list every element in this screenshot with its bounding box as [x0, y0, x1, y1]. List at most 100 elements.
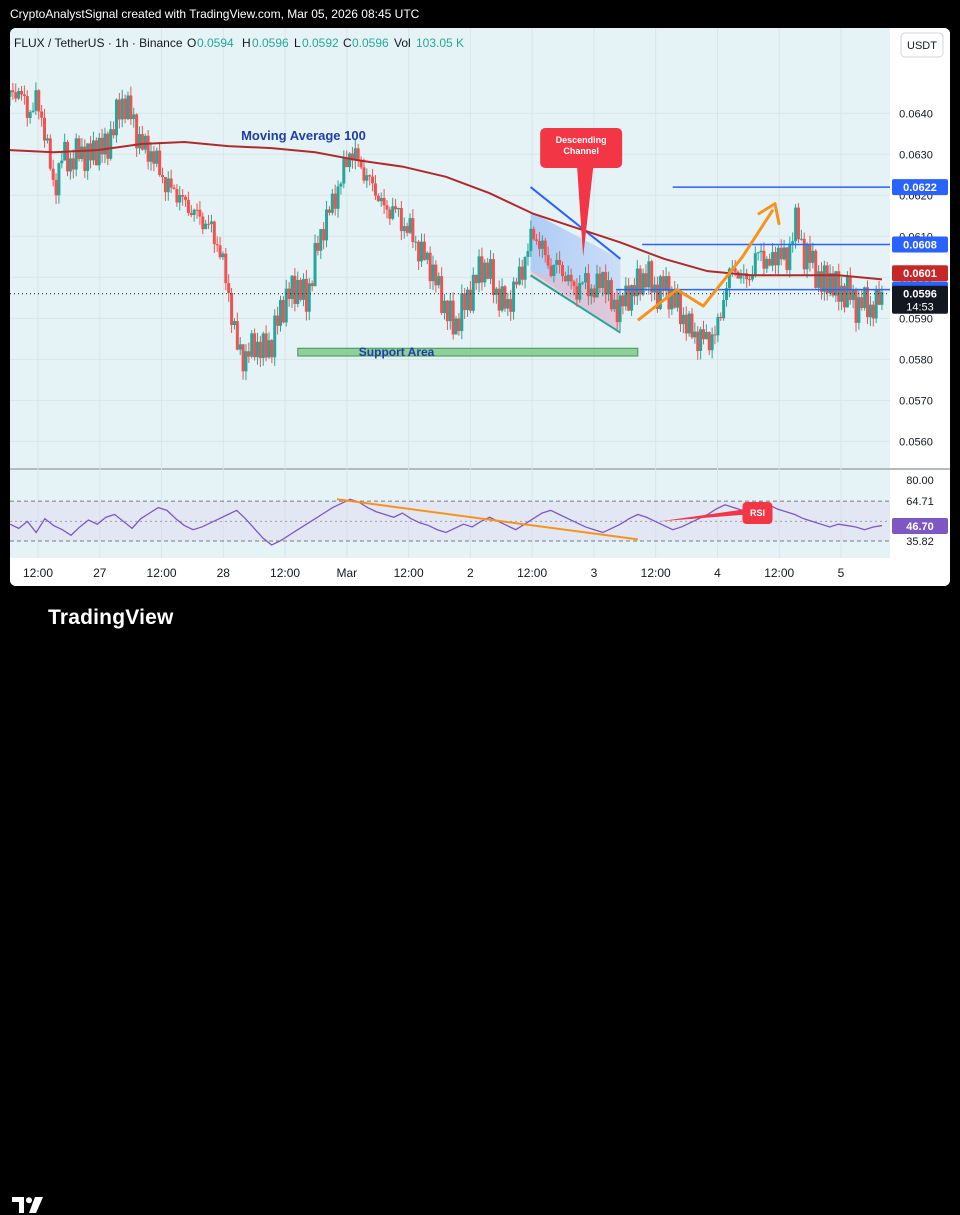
- candle-up: [618, 295, 622, 323]
- candle-down: [77, 138, 81, 160]
- candle-down: [707, 331, 711, 351]
- candle-up: [483, 262, 487, 283]
- candle-down: [762, 250, 766, 269]
- candle-up: [290, 275, 294, 299]
- time-tick-label: 3: [591, 566, 598, 580]
- candle-down: [572, 281, 576, 287]
- candle-up: [408, 218, 412, 233]
- candle-down: [25, 96, 29, 118]
- candle-down: [644, 273, 648, 288]
- candle-down: [169, 178, 173, 188]
- symbol-title: FLUX / TetherUS · 1h · Binance: [14, 36, 183, 50]
- candle-down: [877, 289, 881, 305]
- candle-up: [425, 252, 429, 260]
- candle-up: [178, 195, 182, 203]
- candle-down: [532, 228, 536, 240]
- candle-up: [238, 344, 242, 350]
- candle-down: [543, 240, 547, 256]
- candle-down: [503, 286, 507, 309]
- volume-label: Vol: [394, 36, 411, 50]
- candle-up: [699, 329, 703, 351]
- price-chart[interactable]: Support Area Moving Average 100 Descending…: [10, 28, 950, 586]
- candle-down: [201, 216, 205, 230]
- candle-down: [172, 187, 176, 189]
- candle-up: [103, 133, 107, 155]
- candle-down: [212, 221, 216, 245]
- price-tick-label: 0.0570: [899, 395, 933, 407]
- candle-down: [371, 176, 375, 184]
- candle-up: [296, 279, 300, 304]
- candle-down: [227, 283, 231, 293]
- candle-down: [22, 94, 26, 97]
- candle-down: [37, 90, 41, 112]
- candle-down: [198, 209, 202, 217]
- tradingview-brand[interactable]: TradingView: [48, 606, 174, 630]
- candle-down: [140, 134, 144, 150]
- candle-up: [209, 221, 213, 225]
- candle-down: [632, 285, 636, 297]
- candle-up: [143, 135, 147, 150]
- candle-up: [759, 250, 763, 253]
- candle-up: [601, 272, 605, 289]
- candle-down: [11, 90, 15, 93]
- candle-down: [661, 276, 665, 291]
- currency-button[interactable]: USDT: [900, 32, 944, 58]
- candle-up: [687, 313, 691, 334]
- candle-up: [822, 265, 826, 292]
- candle-down: [814, 250, 818, 288]
- candle-up: [109, 129, 113, 159]
- candle-down: [486, 262, 490, 279]
- candle-down: [480, 256, 484, 283]
- candle-up: [681, 314, 685, 325]
- price-pane[interactable]: [10, 28, 890, 468]
- candle-down: [304, 278, 308, 312]
- candle-up: [120, 98, 124, 120]
- candle-down: [422, 241, 426, 260]
- candle-up: [74, 138, 78, 170]
- rsi-callout-label: RSI: [750, 508, 765, 518]
- volume-value: 103.05 K: [416, 36, 464, 50]
- candle-up: [379, 197, 383, 202]
- candle-up: [97, 137, 101, 166]
- chart-frame[interactable]: Support Area Moving Average 100 Descending…: [10, 28, 950, 586]
- candle-down: [860, 297, 864, 309]
- candle-down: [854, 290, 858, 323]
- support-area-box[interactable]: [297, 347, 639, 357]
- candle-down: [514, 281, 518, 285]
- candle-down: [808, 243, 812, 263]
- candle-down: [322, 229, 326, 241]
- candle-up: [612, 299, 616, 310]
- candle-up: [529, 228, 533, 252]
- candle-down: [866, 287, 870, 318]
- bar-countdown: 14:53: [906, 302, 934, 314]
- candle-up: [307, 283, 311, 312]
- candle-up: [250, 333, 254, 357]
- candle-up: [10, 90, 12, 97]
- candle-down: [382, 197, 386, 206]
- candle-down: [129, 95, 133, 120]
- candle-up: [255, 341, 259, 358]
- candle-down: [768, 258, 772, 266]
- candle-down: [650, 261, 654, 293]
- candle-up: [584, 273, 588, 283]
- candle-down: [135, 114, 139, 149]
- currency-button-label[interactable]: USDT: [907, 40, 937, 52]
- tradingview-logo-icon[interactable]: [12, 1195, 44, 1215]
- candle-up: [126, 95, 130, 120]
- candle-down: [474, 274, 478, 284]
- candle-up: [204, 223, 208, 230]
- candle-up: [566, 274, 570, 282]
- candle-down: [575, 286, 579, 300]
- candle-up: [693, 331, 697, 338]
- candle-down: [748, 279, 752, 281]
- candle-down: [405, 226, 409, 233]
- candle-up: [523, 256, 527, 280]
- candle-up: [431, 264, 435, 282]
- candle-down: [186, 199, 190, 213]
- candle-up: [114, 99, 118, 136]
- candle-up: [232, 321, 236, 326]
- candle-down: [89, 143, 93, 161]
- candle-up: [31, 110, 35, 113]
- candle-up: [765, 258, 769, 269]
- candle-up: [771, 251, 775, 266]
